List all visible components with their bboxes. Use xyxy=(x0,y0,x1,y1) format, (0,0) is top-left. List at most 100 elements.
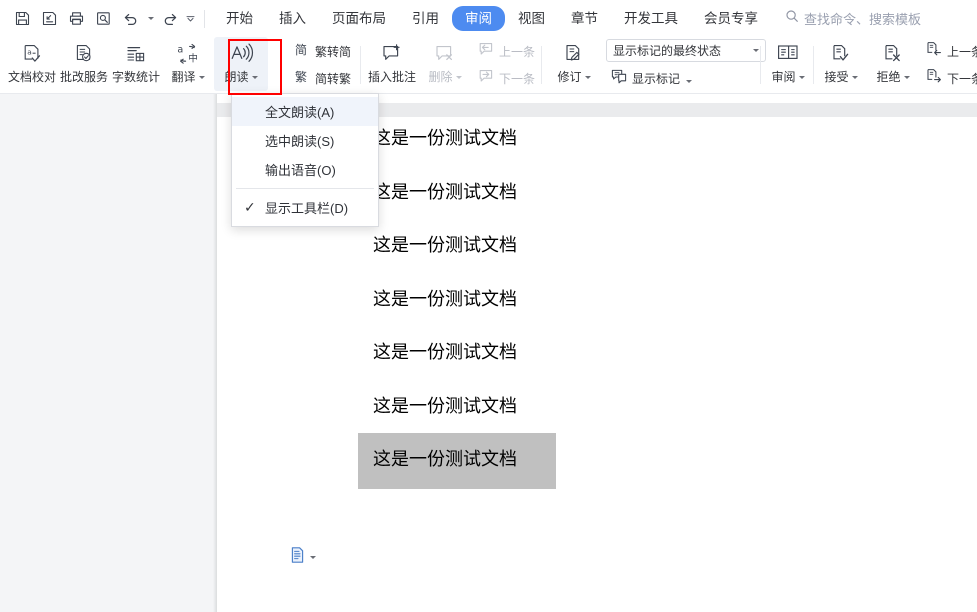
delete-comment-label: 删除 xyxy=(428,70,462,84)
correction-service-button[interactable]: 批改服务 xyxy=(58,37,110,91)
chevron-down-icon[interactable] xyxy=(798,75,805,79)
chevron-down-icon[interactable] xyxy=(310,556,316,559)
show-markup-icon xyxy=(610,68,628,89)
svg-text:繁: 繁 xyxy=(295,69,307,84)
delete-comment-button[interactable]: 删除 xyxy=(419,37,471,91)
chevron-down-icon[interactable] xyxy=(851,75,858,79)
reject-change-button[interactable]: 拒绝 xyxy=(867,37,919,91)
ribbon-group-track-changes: 修订 显示标记的最终状态 显示标记 xyxy=(548,37,766,93)
paste-options-icon xyxy=(290,546,306,569)
undo-caret-icon[interactable] xyxy=(145,6,156,31)
traditional-to-simplified-button[interactable]: 简 繁转简 xyxy=(290,39,355,64)
document-line[interactable]: 这是一份测试文档 xyxy=(373,394,517,419)
tab-developer-tools[interactable]: 开发工具 xyxy=(611,6,691,31)
menu-item-read-all[interactable]: 全文朗读(A) xyxy=(232,97,378,126)
menu-item-show-toolbar[interactable]: ✓ 显示工具栏(D) xyxy=(232,193,378,222)
prev-change-icon xyxy=(925,41,943,62)
paste-options-button[interactable] xyxy=(290,546,316,569)
next-change-button[interactable]: 下一条 xyxy=(921,66,977,91)
menu-item-read-selection[interactable]: 选中朗读(S) xyxy=(232,126,378,155)
simplified-to-traditional-button[interactable]: 繁 简转繁 xyxy=(290,66,355,91)
save-icon[interactable] xyxy=(10,6,35,31)
document-line-selected[interactable]: 这是一份测试文档 xyxy=(358,433,556,489)
svg-text:中: 中 xyxy=(188,53,198,65)
tab-view[interactable]: 视图 xyxy=(505,6,558,31)
track-changes-button[interactable]: 修订 xyxy=(548,37,600,91)
simp-to-trad-icon: 繁 xyxy=(294,68,311,90)
doc-proofread-button[interactable]: a 文档校对 xyxy=(6,37,58,91)
svg-text:a: a xyxy=(177,45,183,56)
previous-change-button[interactable]: 上一条 xyxy=(921,39,977,64)
check-icon: ✓ xyxy=(244,199,256,215)
show-markup-button[interactable]: 显示标记 xyxy=(606,66,766,91)
quick-access-toolbar xyxy=(0,0,213,37)
toolbar-divider xyxy=(204,9,205,28)
next-change-label: 下一条 xyxy=(947,71,977,86)
previous-comment-button[interactable]: 上一条 xyxy=(473,39,539,64)
ribbon-group-review-pane: 审阅 xyxy=(762,37,814,93)
word-count-label: 字数统计 xyxy=(111,70,160,84)
word-count-button[interactable]: 字数统计 xyxy=(110,37,162,91)
chevron-down-icon[interactable] xyxy=(584,75,591,79)
translate-label: 翻译 xyxy=(171,70,205,84)
redo-icon[interactable] xyxy=(158,6,183,31)
show-markup-label: 显示标记 xyxy=(632,72,693,86)
tab-member-exclusive[interactable]: 会员专享 xyxy=(691,6,771,31)
read-aloud-button[interactable]: 朗读 xyxy=(214,37,268,91)
chevron-down-icon[interactable] xyxy=(903,75,910,79)
tab-references[interactable]: 引用 xyxy=(399,6,452,31)
document-line[interactable]: 这是一份测试文档 xyxy=(373,287,517,312)
svg-text:a: a xyxy=(27,47,32,56)
review-pane-text: 审阅 xyxy=(771,70,796,84)
doc-review-icon xyxy=(73,42,95,66)
next-comment-button[interactable]: 下一条 xyxy=(473,66,539,91)
insert-comment-label: 插入批注 xyxy=(367,70,416,84)
prev-comment-icon xyxy=(477,41,495,62)
tab-insert[interactable]: 插入 xyxy=(266,6,319,31)
review-pane-button[interactable]: 审阅 xyxy=(762,37,814,91)
review-pane-label: 审阅 xyxy=(771,70,805,84)
document-line[interactable]: 这是一份测试文档 xyxy=(373,126,517,151)
next-comment-label: 下一条 xyxy=(499,71,536,86)
ribbon-group-convert: 简 繁转简 繁 简转繁 xyxy=(290,37,355,93)
chevron-down-icon[interactable] xyxy=(686,79,693,83)
prev-comment-label: 上一条 xyxy=(499,44,536,59)
undo-icon[interactable] xyxy=(118,6,143,31)
read-aloud-dropdown-menu: 全文朗读(A) 选中朗读(S) 输出语音(O) ✓ 显示工具栏(D) xyxy=(231,93,379,227)
simp-to-trad-label: 简转繁 xyxy=(315,71,352,86)
search-command-box[interactable]: 查找命令、搜索模板 xyxy=(785,9,921,28)
menu-item-export-speech-label: 输出语音(O) xyxy=(265,163,336,178)
tab-sections[interactable]: 章节 xyxy=(558,6,611,31)
read-aloud-icon xyxy=(229,42,254,66)
markup-display-state-select[interactable]: 显示标记的最终状态 xyxy=(606,39,766,62)
print-preview-icon[interactable] xyxy=(91,6,116,31)
ribbon-tab-list: 开始 插入 页面布局 引用 审阅 视图 章节 开发工具 会员专享 xyxy=(213,0,771,37)
translate-button[interactable]: a 中 翻译 xyxy=(162,37,214,91)
accept-change-button[interactable]: 接受 xyxy=(815,37,867,91)
chevron-down-icon[interactable] xyxy=(753,49,759,52)
ribbon-toolbar: a 文档校对 批改服务 字数统计 a 中 翻译 朗读 简 繁转简 繁 简转繁 插… xyxy=(0,37,977,94)
chevron-down-icon[interactable] xyxy=(198,75,205,79)
new-comment-icon xyxy=(381,42,403,66)
chevron-down-icon[interactable] xyxy=(455,75,462,79)
ribbon-group-comments: 插入批注 删除 上一条 下一条 xyxy=(365,37,539,93)
customize-qat-icon[interactable] xyxy=(185,6,196,31)
tab-start[interactable]: 开始 xyxy=(213,6,266,31)
tab-page-layout[interactable]: 页面布局 xyxy=(319,6,399,31)
chevron-down-icon[interactable] xyxy=(251,75,258,79)
review-pane-icon xyxy=(776,42,800,66)
document-line[interactable]: 这是一份测试文档 xyxy=(373,180,517,205)
correction-service-label: 批改服务 xyxy=(59,70,108,84)
print-icon[interactable] xyxy=(64,6,89,31)
document-line[interactable]: 这是一份测试文档 xyxy=(373,233,517,258)
insert-comment-button[interactable]: 插入批注 xyxy=(365,37,419,91)
document-line[interactable]: 这是一份测试文档 xyxy=(373,340,517,365)
delete-comment-text: 删除 xyxy=(428,70,453,84)
word-count-icon xyxy=(125,42,147,66)
prev-change-label: 上一条 xyxy=(947,44,977,59)
wps-writer-window: 开始 插入 页面布局 引用 审阅 视图 章节 开发工具 会员专享 查找命令、搜索… xyxy=(0,0,977,612)
menu-item-export-speech[interactable]: 输出语音(O) xyxy=(232,155,378,184)
trad-to-simp-label: 繁转简 xyxy=(315,44,352,59)
tab-review[interactable]: 审阅 xyxy=(452,6,505,31)
save-as-icon[interactable] xyxy=(37,6,62,31)
